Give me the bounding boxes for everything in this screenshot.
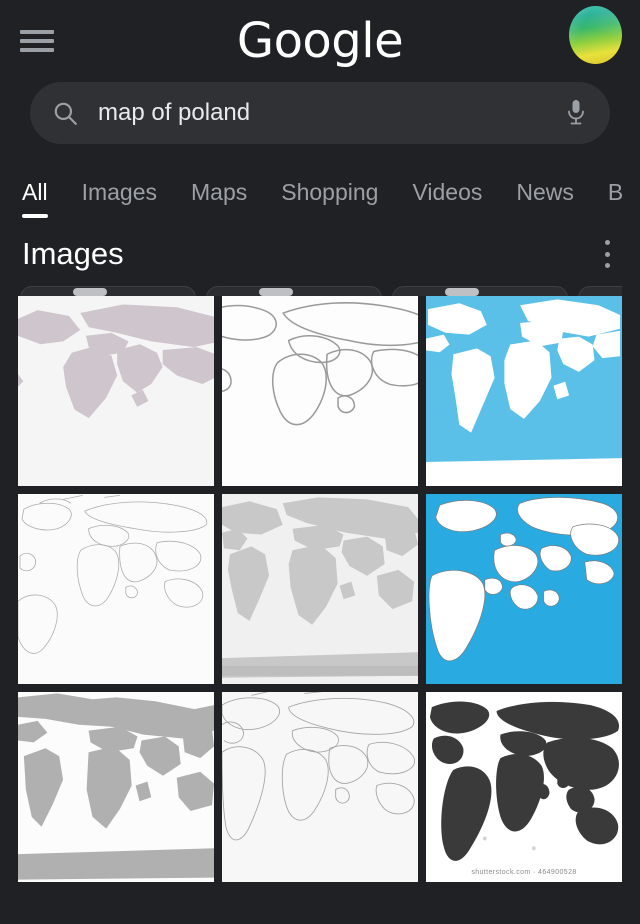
peek-card	[20, 286, 196, 296]
images-section-header: Images	[0, 218, 640, 282]
search-icon	[52, 100, 78, 126]
avatar[interactable]	[569, 6, 622, 64]
tab-images[interactable]: Images	[82, 179, 157, 218]
kebab-dot	[604, 240, 610, 245]
peek-card-notch	[445, 288, 479, 296]
tab-maps[interactable]: Maps	[191, 179, 247, 218]
app-header: Google	[0, 0, 640, 82]
hamburger-bar	[20, 30, 54, 34]
tab-videos[interactable]: Videos	[412, 179, 482, 218]
image-result-tile[interactable]	[18, 692, 214, 882]
google-logo: Google	[236, 13, 404, 69]
carousel-peek-row	[18, 282, 622, 296]
search-input[interactable]: map of poland	[78, 99, 564, 127]
peek-card-notch	[73, 288, 107, 296]
peek-card	[578, 286, 622, 296]
image-result-tile[interactable]	[426, 296, 622, 486]
image-result-tile[interactable]	[426, 494, 622, 684]
search-tabs: All Images Maps Shopping Videos News B	[0, 158, 640, 218]
image-result-tile[interactable]	[222, 692, 418, 882]
tab-books[interactable]: B	[608, 179, 623, 218]
image-result-tile[interactable]	[18, 296, 214, 486]
kebab-menu-icon[interactable]	[604, 240, 610, 268]
image-result-tile[interactable]: shutterstock.com · 464900528	[426, 692, 622, 882]
peek-card	[392, 286, 568, 296]
hamburger-menu-icon[interactable]	[20, 28, 54, 54]
kebab-dot	[604, 263, 610, 268]
hamburger-bar	[20, 48, 54, 52]
tab-shopping[interactable]: Shopping	[281, 179, 378, 218]
image-result-tile[interactable]	[222, 296, 418, 486]
search-bar-container: map of poland	[0, 82, 640, 144]
image-result-tile[interactable]	[222, 494, 418, 684]
peek-card	[206, 286, 382, 296]
image-watermark: shutterstock.com · 464900528	[471, 869, 577, 876]
kebab-dot	[604, 251, 610, 257]
search-bar[interactable]: map of poland	[30, 82, 610, 144]
peek-card-notch	[259, 288, 293, 296]
tab-all[interactable]: All	[22, 179, 48, 218]
page-title: Images	[22, 236, 124, 271]
image-result-tile[interactable]	[18, 494, 214, 684]
microphone-icon[interactable]	[564, 98, 588, 128]
hamburger-bar	[20, 39, 54, 43]
image-results-grid: shutterstock.com · 464900528	[0, 296, 640, 882]
tab-news[interactable]: News	[516, 179, 574, 218]
